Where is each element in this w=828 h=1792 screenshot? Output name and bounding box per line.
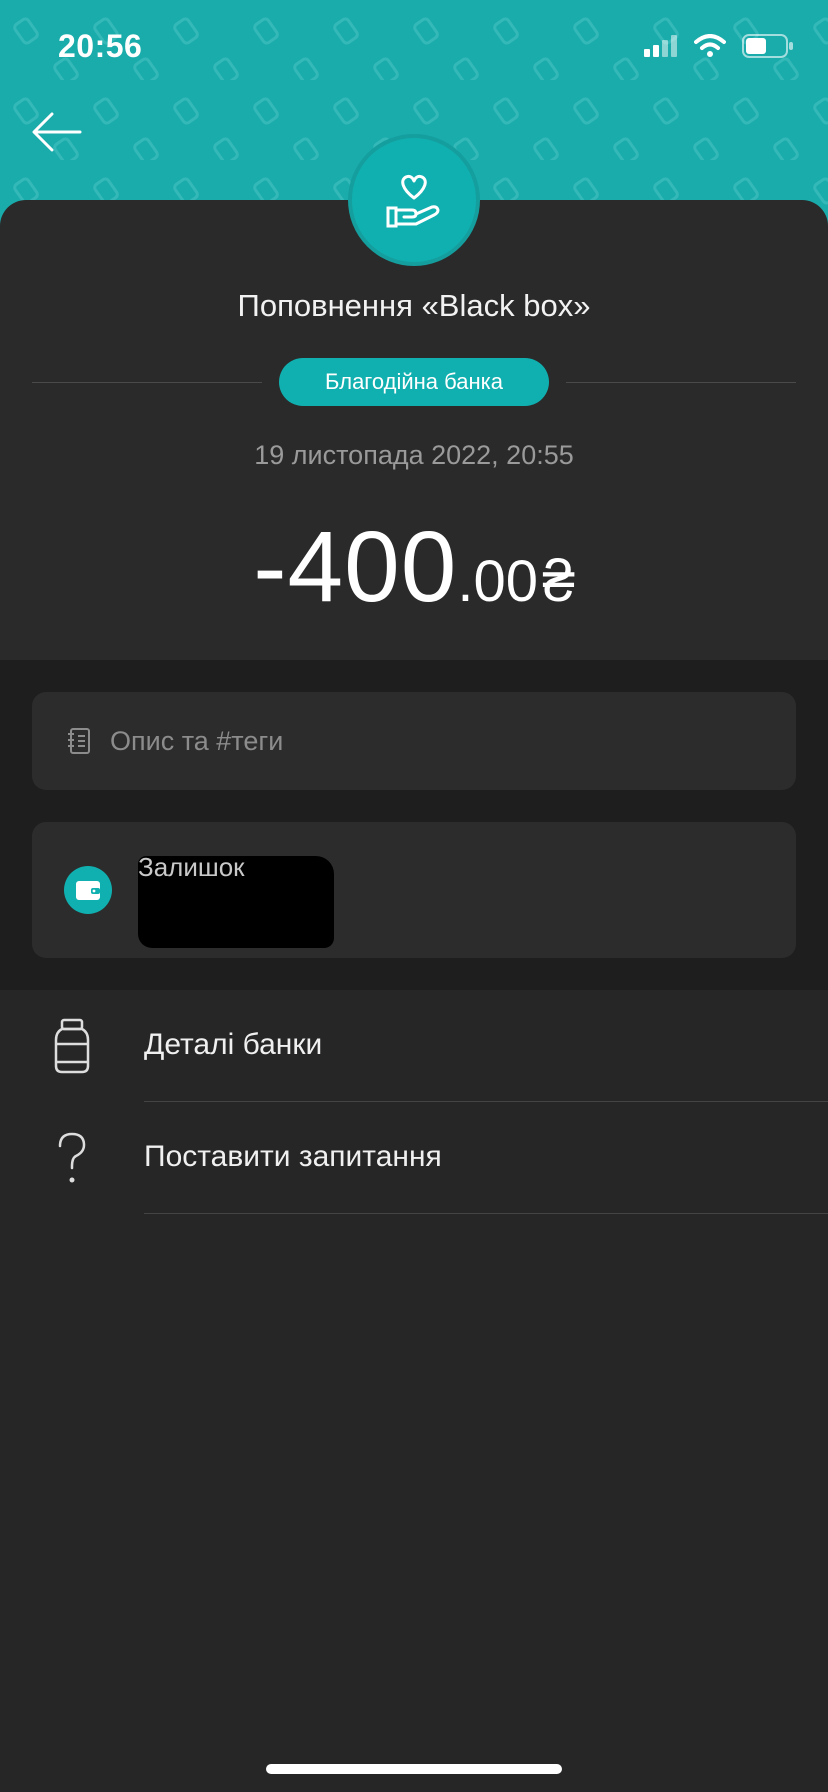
menu-item-label: Деталі банки: [144, 1028, 323, 1061]
balance-label: Залишок: [138, 852, 245, 882]
transaction-amount: -400.00 ₴: [0, 510, 828, 625]
jar-icon: [54, 1018, 90, 1074]
heart-hand-icon: [386, 174, 440, 228]
menu-item-label: Поставити запитання: [144, 1140, 442, 1173]
signal-icon: [644, 35, 677, 57]
menu-item-jar-details[interactable]: Деталі банки: [0, 990, 828, 1102]
status-icons: [644, 34, 794, 58]
divider-right: [566, 382, 796, 383]
battery-icon: [742, 34, 793, 58]
notepad-icon: [68, 728, 90, 754]
transaction-icon-badge: [348, 134, 480, 266]
transaction-datetime: 19 листопада 2022, 20:55: [254, 440, 574, 470]
amount-fraction: .00: [457, 549, 539, 614]
balance-card: Залишок: [32, 822, 796, 958]
amount-main: -400: [253, 511, 458, 623]
arrow-left-icon: [32, 112, 82, 152]
description-field[interactable]: Опис та #теги: [32, 692, 796, 790]
details-section: Опис та #теги Залишок: [0, 660, 828, 990]
wifi-icon: [694, 34, 726, 57]
home-indicator[interactable]: [266, 1764, 562, 1774]
wallet-icon: [76, 881, 100, 900]
description-placeholder: Опис та #теги: [110, 725, 284, 756]
status-time: 20:56: [58, 28, 143, 64]
wallet-icon-badge: [64, 866, 112, 914]
category-badge[interactable]: Благодійна банка: [279, 358, 549, 406]
divider-left: [32, 382, 262, 383]
transaction-title: Поповнення «Black box»: [237, 288, 591, 323]
question-icon: [58, 1132, 86, 1183]
back-button[interactable]: [30, 108, 86, 156]
currency-symbol: ₴: [542, 549, 575, 614]
menu-item-ask-question[interactable]: Поставити запитання: [0, 1102, 828, 1214]
separator: [144, 1213, 828, 1214]
